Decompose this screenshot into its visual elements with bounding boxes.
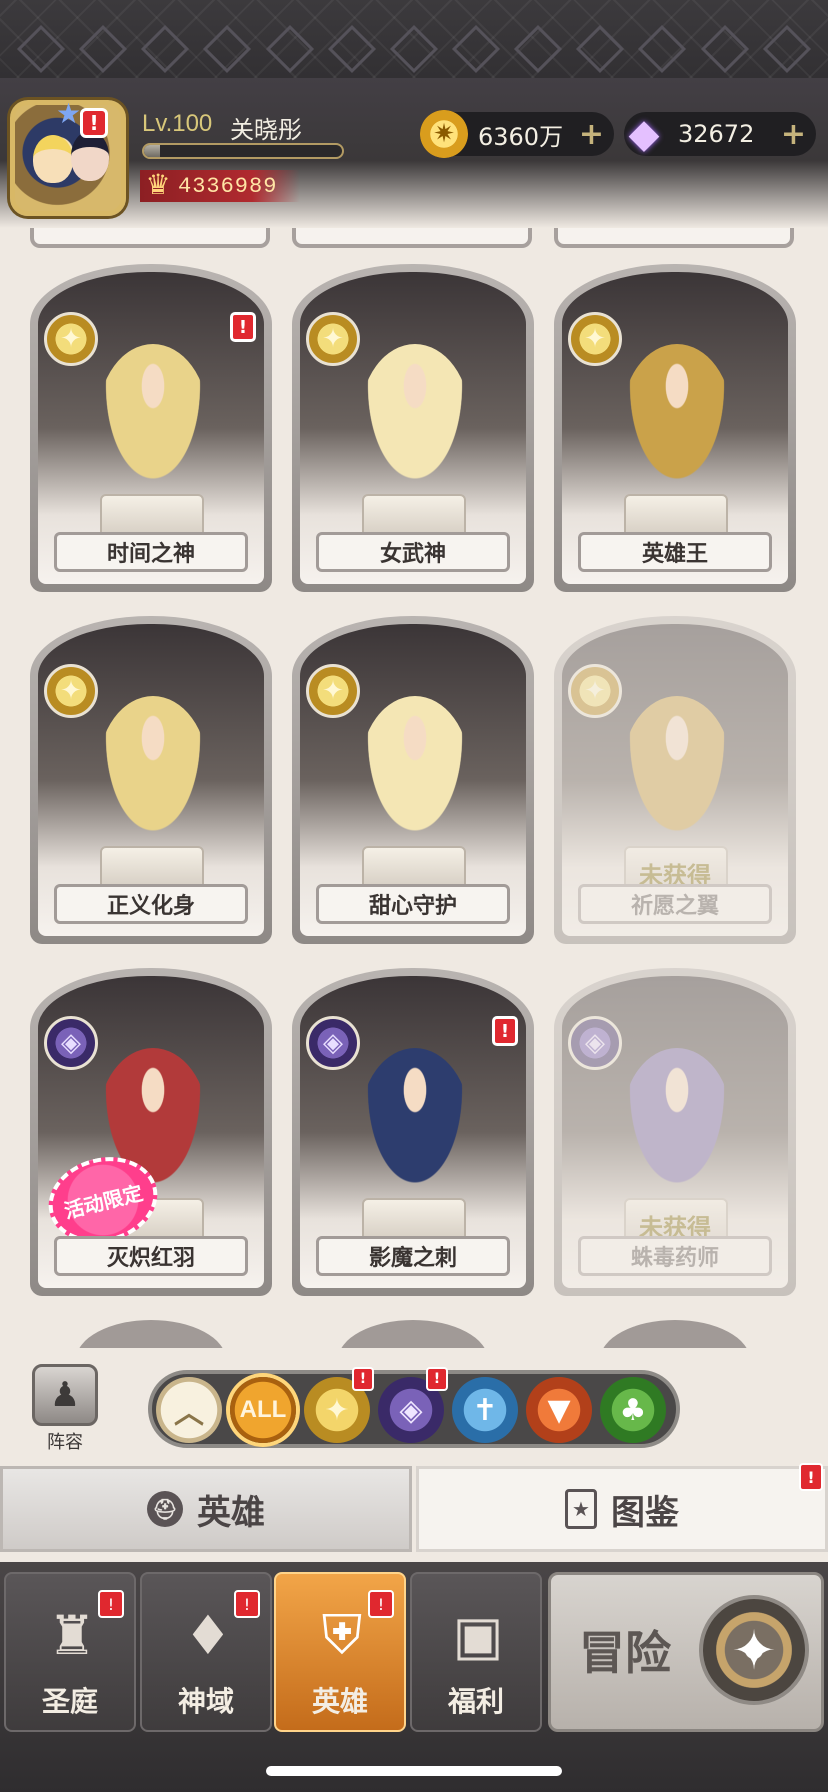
hero-name: 英雄王 — [578, 532, 772, 572]
light-faction-icon: ✦ — [324, 1392, 350, 1428]
light-faction-icon: ✦ — [306, 312, 360, 366]
tab-atlas[interactable]: ★ 图鉴 ! — [416, 1463, 828, 1552]
gold-coin-icon: ✷ — [420, 110, 468, 158]
power-display: ♛ 4336989 — [140, 168, 300, 202]
hero-name: 灭炽红羽 — [54, 1236, 248, 1276]
nav-heroes-alert-icon: ! — [368, 1590, 394, 1618]
tab-atlas-label: 图鉴 — [611, 1492, 679, 1533]
filter-nature-button[interactable]: ♣ — [600, 1377, 666, 1443]
filter-light-button[interactable]: ✦! — [304, 1367, 374, 1443]
nav-heroes[interactable]: ⛨ ! 英雄 — [274, 1572, 406, 1732]
hero-alert-icon: ! — [230, 312, 256, 342]
nav-court-label: 圣庭 — [41, 1685, 98, 1718]
light-faction-icon: ✦ — [44, 312, 98, 366]
diamond-icon: ◆ — [628, 111, 660, 157]
filter-holy-button[interactable]: ✝ — [452, 1377, 518, 1443]
chevron-up-icon: ︿ — [174, 1396, 204, 1431]
hero-name: 影魔之刺 — [316, 1236, 510, 1276]
hero-card[interactable]: ✦ 女武神 — [292, 264, 534, 592]
light-faction-icon: ✦ — [44, 664, 98, 718]
book-star-icon: ★ — [565, 1489, 597, 1529]
filter-collapse-button[interactable]: ︿ — [156, 1377, 222, 1443]
gem-currency[interactable]: ◆ 32672 + — [624, 111, 816, 157]
filter-alert-icon: ! — [352, 1367, 374, 1391]
player-level: Lv.100 — [142, 110, 213, 137]
lineup-button[interactable]: ♟ 阵容 — [28, 1364, 102, 1453]
lineup-label: 阵容 — [47, 1432, 83, 1453]
dark-faction-icon: ◈ — [44, 1016, 98, 1070]
home-indicator[interactable] — [266, 1766, 562, 1776]
hero-portrait — [622, 344, 732, 494]
light-faction-icon: ✦ — [568, 312, 622, 366]
player-name: 关晓彤 — [230, 116, 302, 144]
hero-card[interactable]: ✦! 时间之神 — [30, 264, 272, 592]
light-faction-icon: ✦ — [306, 664, 360, 718]
filter-beast-button[interactable]: ▼ — [526, 1377, 592, 1443]
bottom-nav: ♜ ! 圣庭 ♦ ! 神域 ⛨ ! 英雄 ▣ 福利 冒险 ✦ — [0, 1562, 828, 1792]
nav-court[interactable]: ♜ ! 圣庭 — [4, 1572, 136, 1732]
chess-pawn-icon: ♟ — [32, 1364, 98, 1426]
hero-alert-icon: ! — [492, 1016, 518, 1046]
dark-faction-icon: ◈ — [399, 1392, 423, 1428]
hero-name: 蛛毒药师 — [578, 1236, 772, 1276]
hero-portrait — [360, 1048, 470, 1198]
helmet-icon: ⛑ — [147, 1491, 183, 1527]
atlas-alert-icon: ! — [799, 1463, 823, 1491]
dark-faction-icon: ◈ — [568, 1016, 622, 1070]
hero-card[interactable]: ◈ 活动限定 灭炽红羽 — [30, 968, 272, 1296]
nav-welfare-label: 福利 — [447, 1685, 504, 1718]
hero-card[interactable]: ◈ 未获得 蛛毒药师 — [554, 968, 796, 1296]
light-faction-icon: ✦ — [568, 664, 622, 718]
gem-value: 32672 — [678, 120, 755, 148]
nav-divine[interactable]: ♦ ! 神域 — [140, 1572, 272, 1732]
xp-bar — [142, 143, 344, 159]
hero-portrait — [622, 696, 732, 846]
nav-divine-alert-icon: ! — [234, 1590, 260, 1618]
faction-filter-bar: ︿ ALL ✦! ◈! ✝ ▼ ♣ — [148, 1367, 680, 1448]
sword-faction-icon: ✝ — [472, 1392, 498, 1428]
dark-faction-icon: ◈ — [306, 1016, 360, 1070]
hero-portrait — [98, 344, 208, 494]
avatar-alert-icon: ! — [80, 108, 108, 138]
hero-portrait — [360, 344, 470, 494]
compass-icon: ✦ — [699, 1595, 809, 1705]
treasure-chest-icon: ▣ — [452, 1603, 504, 1667]
nav-heroes-label: 英雄 — [311, 1685, 368, 1718]
power-value: 4336989 — [178, 173, 278, 199]
filter-alert-icon: ! — [426, 1367, 448, 1391]
tree-faction-icon: ♣ — [619, 1392, 647, 1428]
all-icon: ALL — [239, 1396, 287, 1423]
hero-portrait — [98, 696, 208, 846]
hero-name: 甜心守护 — [316, 884, 510, 924]
wolf-faction-icon: ▼ — [547, 1392, 571, 1428]
hero-card[interactable]: ✦ 正义化身 — [30, 616, 272, 944]
hero-name: 时间之神 — [54, 532, 248, 572]
nav-welfare[interactable]: ▣ 福利 — [410, 1572, 542, 1732]
hero-card[interactable]: ✦ 英雄王 — [554, 264, 796, 592]
hero-portrait — [622, 1048, 732, 1198]
adventure-button[interactable]: 冒险 ✦ — [548, 1572, 824, 1732]
hero-card[interactable]: ✦ 未获得 祈愿之翼 — [554, 616, 796, 944]
hero-portrait — [360, 696, 470, 846]
nav-court-alert-icon: ! — [98, 1590, 124, 1618]
gold-currency[interactable]: ✷ 6360万 + — [420, 110, 614, 158]
gold-value: 6360万 — [478, 122, 564, 151]
view-tabs: ⛑ 英雄 ★ 图鉴 ! — [0, 1463, 828, 1556]
hero-card[interactable]: ◈! 影魔之刺 — [292, 968, 534, 1296]
hero-grid: ✦! 时间之神 ✦ 女武神 ✦ 英雄王 ✦ 正义化身 ✦ 甜心守护 ✦ 未获得 祈愿之翼 ◈ 活动限定 灭炽红… — [0, 228, 828, 1348]
add-gold-icon[interactable]: + — [579, 117, 604, 152]
tab-heroes[interactable]: ⛑ 英雄 — [0, 1466, 412, 1552]
filter-all-button[interactable]: ALL — [230, 1377, 296, 1443]
hero-name: 正义化身 — [54, 884, 248, 924]
adventure-label: 冒险 — [579, 1626, 671, 1680]
filter-dark-button[interactable]: ◈! — [378, 1367, 448, 1443]
nav-divine-label: 神域 — [177, 1685, 234, 1718]
add-gem-icon[interactable]: + — [781, 117, 806, 152]
hero-card[interactable]: ✦ 甜心守护 — [292, 616, 534, 944]
power-icon: ♛ — [145, 168, 171, 201]
hero-name: 祈愿之翼 — [578, 884, 772, 924]
hero-name: 女武神 — [316, 532, 510, 572]
tab-heroes-label: 英雄 — [197, 1492, 265, 1533]
